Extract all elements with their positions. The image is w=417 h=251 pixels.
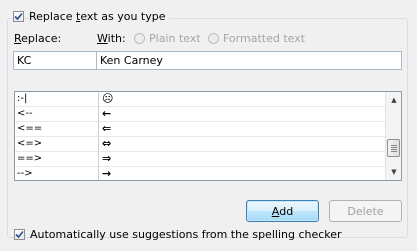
scroll-thumb[interactable] [387,139,400,157]
spelling-suggestions-label[interactable]: Automatically use suggestions from the s… [30,228,342,242]
list-item[interactable]: <-- ← [15,107,385,122]
entry-replace-cell: <-- [17,108,33,119]
column-divider [98,167,99,180]
list-item[interactable]: ==> ⇒ [15,152,385,167]
with-input[interactable]: Ken Carney [96,51,402,70]
list-item[interactable]: --> → [15,167,385,180]
formatted-text-label: Formatted text [223,32,306,45]
add-button[interactable]: Add [246,200,319,222]
checkmark-icon [15,230,24,239]
entry-replace-cell: --> [17,168,33,179]
scroll-up-icon[interactable]: ▲ [387,93,401,107]
entry-with-cell: ☹ [102,92,114,105]
entry-replace-cell: <== [17,123,43,134]
column-divider [98,107,99,122]
checkmark-icon [14,12,23,21]
entry-replace-cell: ==> [17,153,43,164]
plain-text-label: Plain text [149,32,201,45]
entry-with-cell: ← [102,107,112,120]
list-scrollbar[interactable]: ▲ ▼ [385,92,401,180]
list-item[interactable]: <=> ⇔ [15,137,385,152]
column-divider [98,122,99,137]
column-divider [98,137,99,152]
entry-with-cell: ⇔ [102,137,112,150]
formatted-text-radio[interactable] [208,33,219,44]
plain-text-radio[interactable] [134,33,145,44]
grip-icon [390,144,397,152]
column-divider [98,152,99,167]
replace-input[interactable]: KC [13,51,97,70]
scroll-down-icon[interactable]: ▼ [387,165,401,179]
entry-replace-cell: <=> [17,138,43,149]
with-label: With: [97,32,126,45]
list-item[interactable]: <== ⇐ [15,122,385,137]
entry-replace-cell: :-| [17,93,28,104]
entry-with-cell: ⇒ [102,152,112,165]
entry-with-cell: ⇐ [102,122,112,135]
replace-as-you-type-label[interactable]: Replace text as you type [29,10,169,24]
replace-label: Replace: [14,32,62,45]
column-divider [98,92,99,107]
replace-as-you-type-checkbox[interactable] [13,11,24,22]
autocorrect-entries-list[interactable]: :-| ☹ <-- ← <== ⇐ <=> ⇔ ==> ⇒ --> → ▲ ▼ [14,91,402,181]
delete-button[interactable]: Delete [329,200,402,222]
list-item[interactable]: :-| ☹ [15,92,385,107]
spelling-suggestions-checkbox[interactable] [14,229,25,240]
entry-with-cell: → [102,167,112,180]
